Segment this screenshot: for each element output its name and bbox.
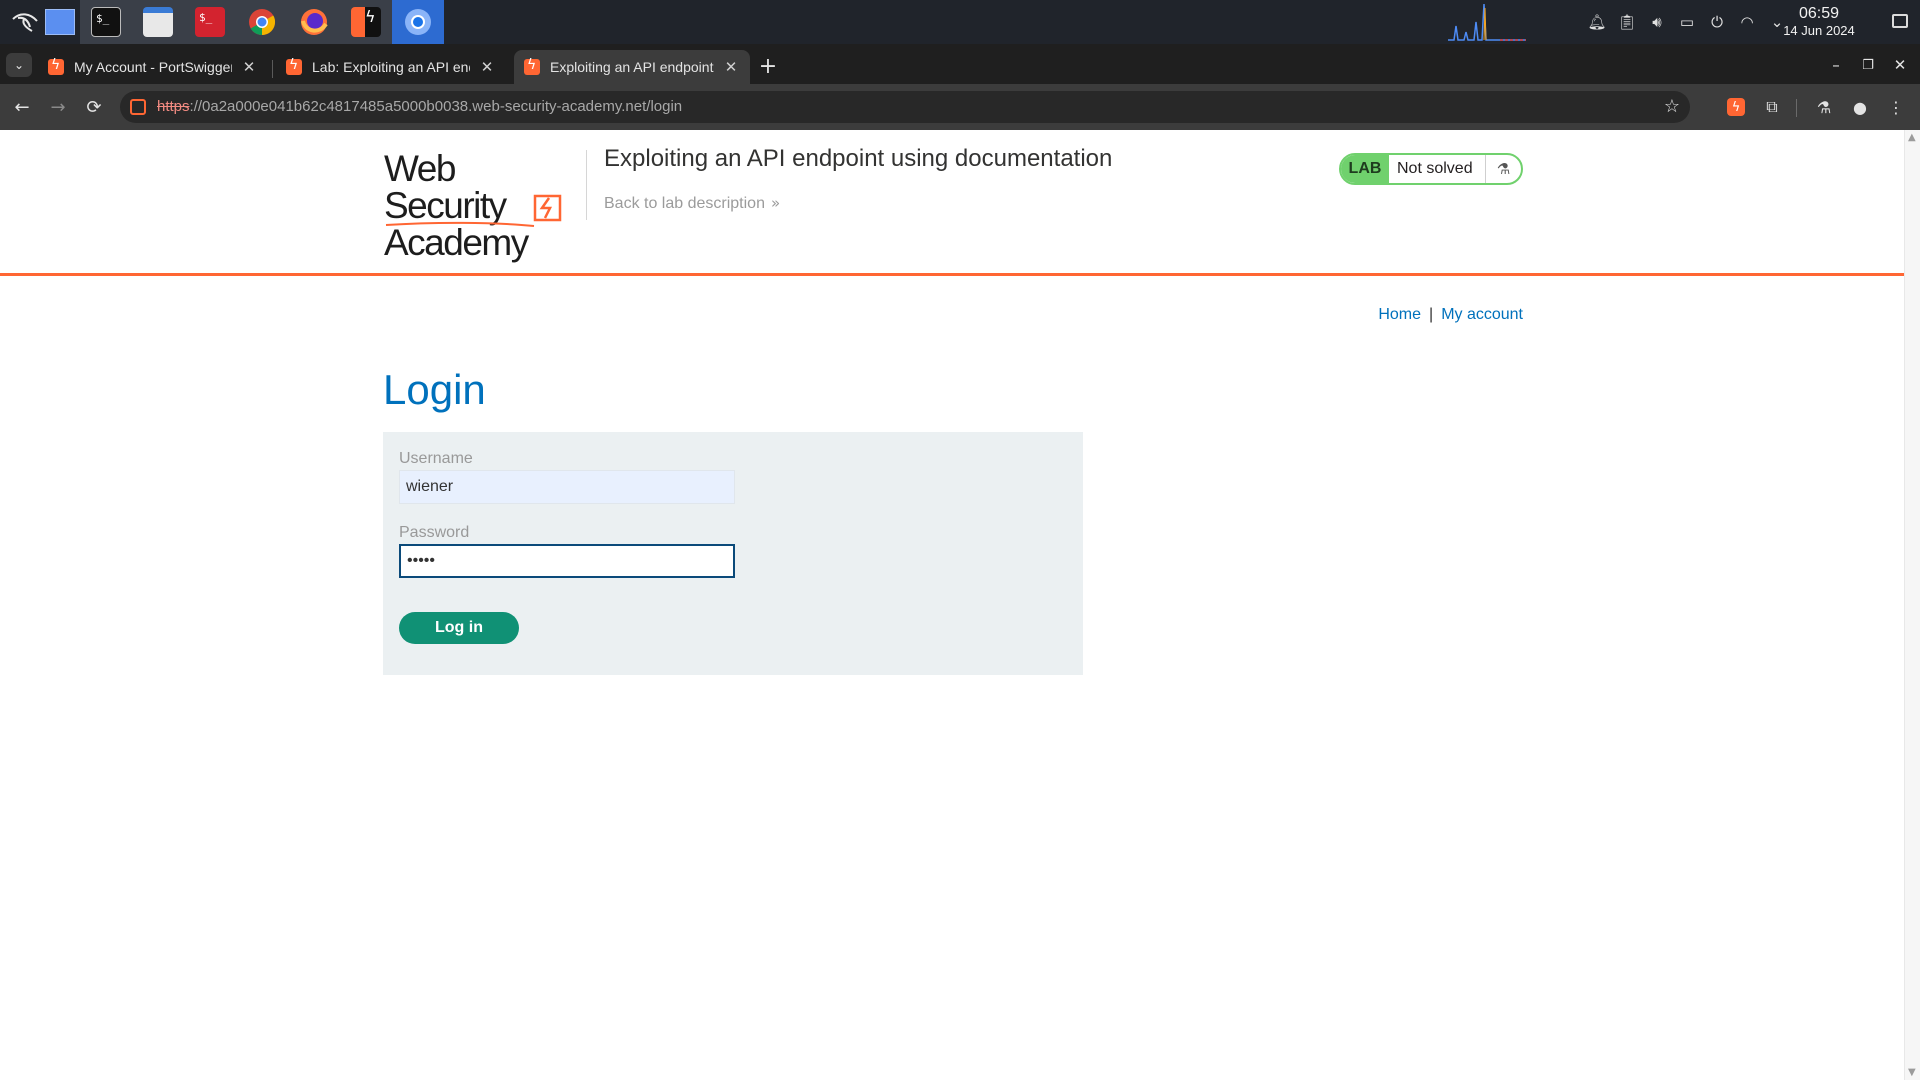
login-form: Username Password Log in bbox=[383, 432, 1083, 675]
tab-title: Lab: Exploiting an API endpoint using do… bbox=[312, 59, 470, 75]
username-label: Username bbox=[399, 450, 473, 467]
chrome-app[interactable] bbox=[236, 0, 288, 44]
notifications-icon[interactable]: 🔔︎ bbox=[1586, 11, 1608, 33]
lab-status-widget: LAB Not solved ⚗ bbox=[1339, 153, 1523, 185]
show-desktop-button[interactable] bbox=[1892, 14, 1908, 28]
clock-date: 14 Jun 2024 bbox=[1783, 23, 1855, 38]
flask-icon: ⚗ bbox=[1485, 155, 1521, 183]
log-in-button[interactable]: Log in bbox=[399, 612, 519, 644]
back-button[interactable]: ← bbox=[8, 93, 36, 121]
browser-toolbar: ← → ⟳ https://0a2a000e041b62c4817485a500… bbox=[0, 84, 1920, 130]
academy-header: Web Security Academy Exploiting an API e… bbox=[0, 130, 1904, 276]
tab-close-icon[interactable]: ✕ bbox=[722, 58, 740, 76]
chromium-icon bbox=[405, 9, 431, 35]
page-scrollbar[interactable]: ▲ ▼ bbox=[1904, 130, 1920, 1080]
root-terminal-icon: $_ bbox=[195, 7, 225, 37]
tab-title: Exploiting an API endpoint using documen… bbox=[550, 59, 714, 75]
power-icon[interactable]: ⏻ bbox=[1706, 11, 1728, 33]
folder-icon bbox=[143, 7, 173, 37]
root-terminal-app[interactable]: $_ bbox=[184, 0, 236, 44]
double-chevron-icon: » bbox=[770, 194, 781, 212]
username-input[interactable] bbox=[399, 470, 735, 504]
workspace-icon bbox=[45, 9, 75, 35]
burp-icon: ϟ bbox=[351, 7, 381, 37]
not-secure-icon[interactable] bbox=[130, 99, 146, 115]
password-input[interactable] bbox=[399, 544, 735, 578]
logo-bolt-icon bbox=[533, 194, 562, 222]
back-to-lab-description-link[interactable]: Back to lab description » bbox=[604, 194, 780, 213]
url-host: ://0a2a000e041b62c4817485a5000b0038.web-… bbox=[189, 98, 647, 115]
extensions-icon[interactable]: ⧉ bbox=[1760, 95, 1784, 119]
header-divider bbox=[586, 150, 587, 220]
scroll-up-icon[interactable]: ▲ bbox=[1908, 132, 1916, 143]
home-link[interactable]: Home bbox=[1378, 306, 1421, 323]
toolbar-divider bbox=[1796, 99, 1797, 117]
top-nav: Home | My account bbox=[1378, 306, 1523, 324]
reload-button[interactable]: ⟳ bbox=[80, 93, 108, 121]
wifi-icon[interactable]: ◠ bbox=[1736, 11, 1758, 33]
back-link-label: Back to lab description bbox=[604, 195, 765, 212]
tab-my-account[interactable]: My Account - PortSwigger ✕ bbox=[38, 50, 268, 84]
terminal-icon: $_ bbox=[91, 7, 121, 37]
logo-underline-swoosh bbox=[385, 221, 535, 227]
url-path: /login bbox=[646, 98, 683, 115]
portswigger-favicon-icon bbox=[524, 57, 540, 75]
tab-close-icon[interactable]: ✕ bbox=[478, 58, 496, 76]
tab-divider bbox=[272, 60, 273, 78]
firefox-app[interactable] bbox=[288, 0, 340, 44]
volume-icon[interactable]: 🔊︎ bbox=[1646, 11, 1668, 33]
tab-lab-active[interactable]: Exploiting an API endpoint using documen… bbox=[514, 50, 750, 84]
restore-window-button[interactable]: ❐ bbox=[1854, 52, 1882, 78]
kali-dragon-icon bbox=[12, 13, 38, 32]
chromium-app[interactable] bbox=[392, 0, 444, 44]
chrome-labs-icon[interactable]: ⚗ bbox=[1812, 95, 1836, 119]
password-label: Password bbox=[399, 524, 470, 541]
scroll-down-icon[interactable]: ▼ bbox=[1908, 1067, 1916, 1078]
tab-lab-description[interactable]: Lab: Exploiting an API endpoint using do… bbox=[276, 50, 506, 84]
tab-close-icon[interactable]: ✕ bbox=[240, 58, 258, 76]
burp-suite-app[interactable]: ϟ bbox=[340, 0, 392, 44]
lab-status-text: Not solved bbox=[1397, 160, 1473, 177]
lab-badge: LAB bbox=[1341, 155, 1389, 183]
browser-tabstrip: ⌄ My Account - PortSwigger ✕ Lab: Exploi… bbox=[0, 44, 1920, 84]
forward-button[interactable]: → bbox=[44, 93, 72, 121]
battery-icon[interactable]: ▭ bbox=[1676, 11, 1698, 33]
lab-title: Exploiting an API endpoint using documen… bbox=[604, 145, 1113, 172]
terminal-app[interactable]: $_ bbox=[80, 0, 132, 44]
cpu-graph-icon bbox=[1448, 3, 1526, 41]
address-bar[interactable]: https://0a2a000e041b62c4817485a5000b0038… bbox=[120, 91, 1690, 123]
firefox-icon bbox=[301, 9, 328, 35]
close-window-button[interactable]: ✕ bbox=[1886, 52, 1914, 78]
burp-extension-icon[interactable]: ϟ bbox=[1727, 98, 1745, 116]
file-manager-app[interactable] bbox=[132, 0, 184, 44]
chrome-icon bbox=[249, 9, 276, 36]
url-text[interactable]: https://0a2a000e041b62c4817485a5000b0038… bbox=[157, 98, 682, 115]
logo-line-2: Academy bbox=[384, 222, 529, 263]
web-security-academy-logo[interactable]: Web Security Academy bbox=[384, 150, 584, 261]
page-viewport: Web Security Academy Exploiting an API e… bbox=[0, 130, 1904, 1080]
tab-search-button[interactable]: ⌄ bbox=[6, 53, 32, 77]
minimize-window-button[interactable]: – bbox=[1822, 52, 1850, 78]
profile-icon[interactable]: ● bbox=[1848, 95, 1872, 119]
nav-separator: | bbox=[1429, 306, 1434, 323]
bookmark-star-icon[interactable]: ☆ bbox=[1664, 96, 1680, 117]
os-taskbar: $_ $_ ϟ 🔔︎ 📋︎ 🔊︎ ▭ ⏻ ◠ ⌄ 06:59 14 Jun 20… bbox=[0, 0, 1920, 44]
tab-title: My Account - PortSwigger bbox=[74, 59, 232, 75]
workspace-switcher[interactable] bbox=[42, 0, 78, 44]
browser-menu-icon[interactable]: ⋮ bbox=[1884, 95, 1908, 119]
portswigger-favicon-icon bbox=[48, 57, 64, 75]
my-account-link[interactable]: My account bbox=[1441, 306, 1523, 323]
clipboard-icon[interactable]: 📋︎ bbox=[1616, 11, 1638, 33]
page-title: Login bbox=[383, 366, 486, 413]
clock[interactable]: 06:59 14 Jun 2024 bbox=[1774, 5, 1864, 39]
new-tab-button[interactable]: + bbox=[754, 54, 782, 79]
portswigger-favicon-icon bbox=[286, 57, 302, 75]
clock-time: 06:59 bbox=[1798, 5, 1840, 22]
url-scheme: https bbox=[157, 98, 190, 115]
